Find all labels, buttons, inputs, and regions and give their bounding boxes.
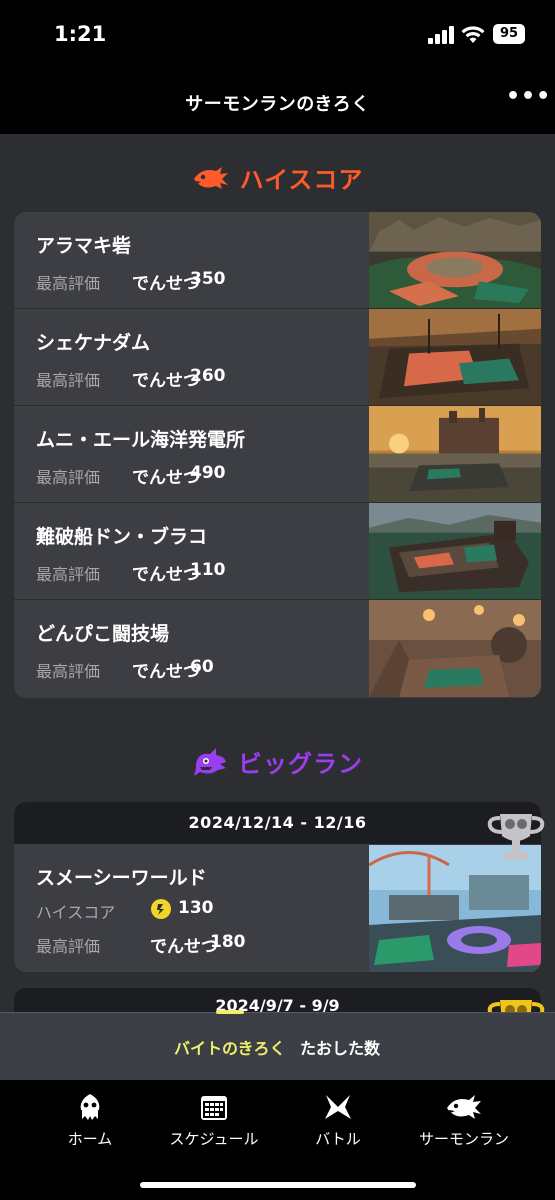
nav-label: ホーム (67, 1130, 113, 1148)
stage-name: どんぴこ闘技場 (36, 623, 170, 645)
rank-score: 490 (190, 463, 226, 483)
cellular-signal-icon (428, 26, 454, 44)
nav-item-home[interactable]: ホーム (30, 1092, 150, 1149)
rank-score: 350 (190, 269, 226, 289)
stage-name: 難破船ドン・ブラコ (36, 526, 208, 548)
rank-score: 110 (190, 560, 226, 580)
highscore-list: アラマキ砦 最高評価 でんせつ 350 シェケナダム 最高評価 でんせつ 260 (14, 212, 541, 698)
silver-trophy-icon (487, 814, 545, 860)
stage-thumbnail-image (369, 212, 541, 308)
salmon-icon (447, 1095, 481, 1119)
nav-label: サーモンラン (418, 1130, 509, 1148)
stage-thumbnail-image (369, 309, 541, 405)
stage-name: スメーシーワールド (36, 867, 207, 889)
best-rank-label: 最高評価 (36, 937, 101, 956)
tab-indicator (216, 1010, 244, 1014)
main-content[interactable]: ハイスコア アラマキ砦 最高評価 でんせつ 350 シェケナダム 最高評価 でん (0, 134, 555, 1080)
best-rank-label: 最高評価 (36, 662, 101, 681)
stage-name: シェケナダム (36, 332, 151, 354)
stage-thumbnail-image (369, 845, 541, 972)
calendar-icon (201, 1096, 227, 1120)
nav-label: バトル (315, 1130, 361, 1148)
rank-score: 260 (190, 366, 226, 386)
best-rank-label: 最高評価 (36, 468, 101, 487)
nav-item-battle[interactable]: バトル (278, 1092, 398, 1149)
crossed-splat-icon (325, 1094, 351, 1119)
nav-item-salmon-run[interactable]: サーモンラン (404, 1092, 524, 1149)
stage-thumbnail-image (369, 600, 541, 697)
highscore-section-header: ハイスコア (0, 160, 555, 195)
stage-thumbnail-image (369, 503, 541, 599)
best-rank-label: 最高評価 (36, 565, 101, 584)
stage-name: ムニ・エール海洋発電所 (36, 429, 246, 451)
golden-egg-icon (151, 899, 171, 919)
app-header: サーモンランのきろく ••• (0, 70, 555, 134)
best-rank-label: 最高評価 (36, 371, 101, 390)
rank-name: でんせつ (150, 937, 218, 957)
stage-thumbnail-image (369, 406, 541, 502)
nav-item-schedule[interactable]: スケジュール (154, 1092, 274, 1149)
list-item[interactable]: ムニ・エール海洋発電所 最高評価 でんせつ 490 (14, 406, 541, 503)
tab-work-record[interactable]: バイトのきろく (174, 1035, 286, 1059)
best-rank-label: 最高評価 (36, 274, 101, 293)
record-tabs: バイトのきろく たおした数 (0, 1010, 555, 1080)
highscore-value: 130 (178, 898, 214, 918)
list-item[interactable]: 難破船ドン・ブラコ 最高評価 でんせつ 110 (14, 503, 541, 600)
list-item[interactable]: どんぴこ闘技場 最高評価 でんせつ 60 (14, 600, 541, 697)
status-time: 1:21 (54, 22, 107, 46)
battery-indicator: 95 (493, 24, 525, 44)
more-options-button[interactable]: ••• (506, 86, 550, 114)
squid-icon (80, 1094, 100, 1120)
bottom-navigation: ホーム スケジュール バトル サーモンラン (0, 1080, 555, 1200)
nav-label: スケジュール (169, 1130, 259, 1148)
page-title: サーモンランのきろく (185, 94, 370, 115)
salmon-icon (193, 166, 228, 189)
status-bar: 1:21 95 (0, 0, 555, 70)
wifi-icon (461, 26, 485, 43)
rank-score: 60 (190, 657, 214, 677)
tab-defeated-count[interactable]: たおした数 (300, 1035, 380, 1059)
list-item[interactable]: シェケナダム 最高評価 でんせつ 260 (14, 309, 541, 406)
list-item[interactable]: アラマキ砦 最高評価 でんせつ 350 (14, 212, 541, 309)
highscore-title: ハイスコア (239, 166, 364, 194)
bigrun-title: ビッグラン (238, 750, 363, 778)
bigrun-section-header: ビッグラン (0, 744, 555, 779)
bigrun-entry[interactable]: 2024/12/14 - 12/16 スメーシーワールド ハイスコア 130 最… (14, 802, 541, 972)
bigrun-salmon-icon (194, 747, 226, 776)
stage-name: アラマキ砦 (36, 235, 132, 257)
bigrun-date: 2024/12/14 - 12/16 (14, 802, 541, 844)
highscore-label: ハイスコア (36, 903, 116, 922)
rank-score: 180 (210, 932, 246, 952)
home-indicator[interactable] (140, 1182, 416, 1188)
